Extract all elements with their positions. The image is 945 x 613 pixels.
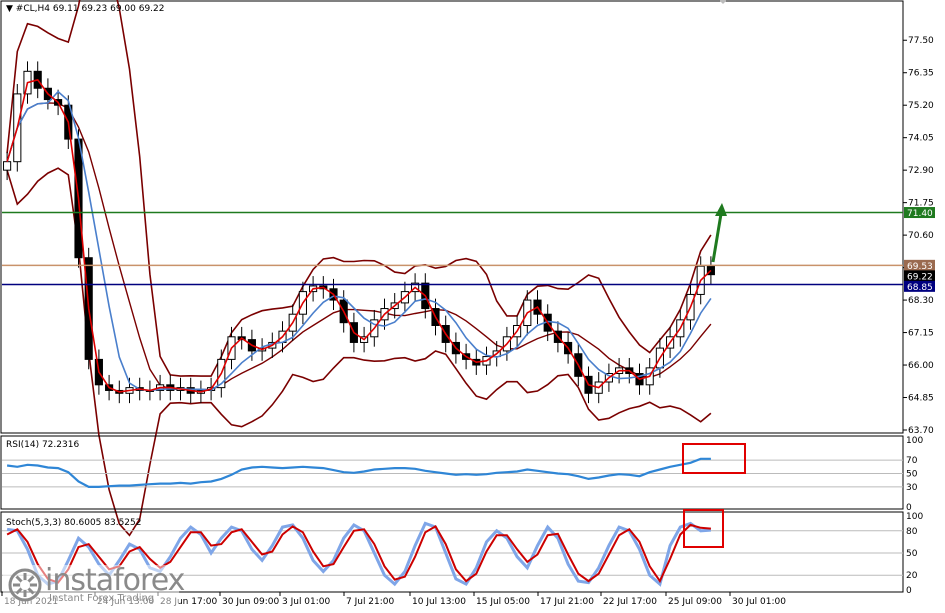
instrument-header: ▼ #CL,H4 69.11 69.23 69.00 69.22: [6, 4, 164, 14]
price-tag-label: 71.40: [907, 209, 933, 219]
stoch-tick-label: 50: [906, 549, 918, 559]
y-tick-label: 72.90: [908, 166, 934, 176]
stoch-tick-label: 20: [906, 571, 918, 581]
y-tick-label: 74.05: [908, 134, 934, 144]
rsi-tick-label: 70: [906, 456, 918, 466]
x-tick-label: 17 Jul 21:00: [540, 597, 594, 607]
stoch-header: Stoch(5,3,3) 80.6005 83.5252: [6, 518, 141, 528]
watermark: instaforex Instant Forex Trading: [3, 563, 185, 609]
rsi-tick-label: 30: [906, 483, 918, 493]
stoch-tick-label: 0: [906, 586, 912, 596]
y-tick-label: 66.00: [908, 361, 934, 371]
instaforex-logo-icon: [8, 568, 42, 602]
rsi-tick-label: 100: [906, 436, 923, 446]
x-tick-label: 25 Jul 09:00: [668, 597, 722, 607]
rsi-header: RSI(14) 72.2316: [6, 440, 79, 450]
y-tick-label: 67.15: [908, 329, 934, 339]
x-tick-label: 22 Jul 17:00: [603, 597, 657, 607]
stoch-tick-label: 100: [906, 512, 923, 522]
stoch-tick-label: 80: [906, 527, 918, 537]
y-tick-label: 76.35: [908, 69, 934, 79]
chart-canvas: 77.5076.3575.2074.0572.9071.7570.6069.45…: [0, 0, 945, 609]
y-tick-label: 77.50: [908, 36, 934, 46]
candle-body: [3, 161, 12, 171]
x-tick-label: 3 Jul 01:00: [282, 597, 331, 607]
y-tick-label: 63.70: [908, 426, 934, 436]
y-tick-label: 75.20: [908, 101, 934, 111]
x-tick-label: 7 Jul 21:00: [346, 597, 395, 607]
x-tick-label: 30 Jun 09:00: [222, 597, 279, 607]
rsi-tick-label: 50: [906, 470, 918, 480]
watermark-tagline: Instant Forex Trading: [49, 593, 155, 604]
x-tick-label: 30 Jul 01:00: [732, 597, 786, 607]
y-tick-label: 70.60: [908, 231, 934, 241]
price-tag-label: 68.85: [907, 283, 933, 293]
y-tick-label: 64.85: [908, 394, 934, 404]
x-tick-label: 15 Jul 05:00: [476, 597, 530, 607]
x-tick-label: 10 Jul 13:00: [412, 597, 466, 607]
y-tick-label: 68.30: [908, 296, 934, 306]
